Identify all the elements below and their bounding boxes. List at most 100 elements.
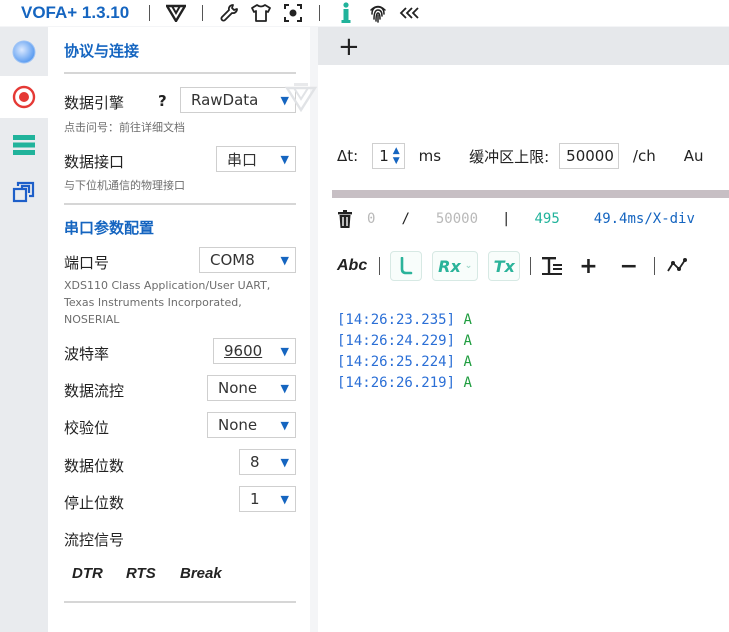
chevron-down-icon: ▼ — [280, 152, 289, 166]
chevron-down-icon: ▼ — [280, 492, 289, 506]
port-description-1: XDS110 Class Application/User UART, — [64, 279, 271, 292]
flow-control-label: 数据流控 — [64, 382, 125, 400]
sampling-params-row: Δt: 1 ▲ ▼ ms 缓冲区上限: 50000 /ch Au — [337, 141, 703, 171]
break-button[interactable]: Break — [180, 565, 222, 582]
connection-status-icon[interactable] — [0, 31, 48, 73]
log-line: [14:26:24.229] A — [337, 331, 472, 352]
log-message: A — [463, 354, 472, 370]
divider — [64, 601, 296, 603]
trash-icon[interactable] — [337, 210, 353, 228]
add-tab-button[interactable]: + — [338, 34, 360, 60]
stop-bits-select-value: 1 — [250, 490, 260, 508]
interface-select[interactable]: 串口 ▼ — [216, 146, 296, 172]
toolbar-separator — [530, 257, 532, 275]
chevron-down-icon: ▼ — [280, 381, 289, 395]
app-title: VOFA+ 1.3.10 — [21, 3, 130, 22]
info-icon[interactable] — [334, 1, 358, 25]
zoom-out-button[interactable]: − — [620, 254, 638, 279]
receive-log: [14:26:23.235] A [14:26:24.229] A [14:26… — [337, 310, 472, 394]
interface-select-value: 串口 — [227, 150, 258, 169]
sample-count: 495 — [534, 211, 560, 227]
stop-bits-select[interactable]: 1 ▼ — [239, 486, 296, 512]
dtr-button[interactable]: DTR — [72, 565, 103, 582]
engine-select[interactable]: RawData ▼ — [180, 87, 296, 113]
log-timestamp: [14:26:25.224] — [337, 354, 456, 370]
log-message: A — [463, 375, 472, 391]
log-line: [14:26:26.219] A — [337, 373, 472, 394]
log-timestamp: [14:26:23.235] — [337, 312, 456, 328]
dt-label: Δt: — [337, 147, 359, 165]
buffer-label: 缓冲区上限: — [469, 147, 550, 166]
section-title-protocol: 协议与连接 — [64, 42, 140, 60]
stats-bar: | — [502, 211, 511, 227]
view-toolbar: Abc Rx ⌄ Tx + − — [337, 250, 689, 282]
windows-icon[interactable] — [0, 171, 48, 213]
shirt-icon[interactable] — [249, 1, 273, 25]
toolbar-separator — [654, 257, 656, 275]
dt-input[interactable]: 1 ▲ ▼ — [372, 143, 405, 169]
toolbar-separator — [202, 5, 204, 21]
stop-bits-label: 停止位数 — [64, 494, 125, 512]
log-line: [14:26:23.235] A — [337, 310, 472, 331]
focus-capture-icon[interactable] — [281, 1, 305, 25]
section-title-serial: 串口参数配置 — [64, 219, 155, 237]
side-rail — [0, 27, 48, 632]
collapse-left-icon[interactable] — [398, 1, 422, 25]
log-timestamp: [14:26:24.229] — [337, 333, 456, 349]
engine-label: 数据引擎 — [64, 94, 125, 112]
wrench-icon[interactable] — [217, 1, 241, 25]
flow-control-select[interactable]: None ▼ — [207, 375, 296, 401]
text-format-icon[interactable] — [541, 256, 563, 276]
engine-select-value: RawData — [191, 91, 259, 109]
timestamp-toggle-icon[interactable] — [390, 251, 423, 281]
chevron-down-icon: ⌄ — [464, 261, 473, 271]
port-select[interactable]: COM8 ▼ — [199, 247, 296, 273]
toolbar-separator — [379, 257, 381, 275]
baud-select-value: 9600 — [224, 342, 263, 360]
zoom-in-button[interactable]: + — [579, 254, 597, 279]
chevron-down-icon: ▼ — [280, 455, 289, 469]
parity-label: 校验位 — [64, 419, 110, 437]
port-description-3: NOSERIAL — [64, 313, 120, 326]
buffer-input[interactable]: 50000 — [559, 143, 619, 169]
top-bar: VOFA+ 1.3.10 — [0, 0, 729, 26]
vofa-watermark-icon — [284, 83, 318, 112]
vofa-logo-icon[interactable] — [164, 1, 188, 25]
scroll-track[interactable] — [332, 190, 729, 198]
fingerprint-icon[interactable] — [366, 1, 390, 25]
list-icon[interactable] — [0, 124, 48, 166]
interface-label: 数据接口 — [64, 153, 125, 171]
port-select-value: COM8 — [210, 251, 255, 269]
baud-label: 波特率 — [64, 345, 110, 363]
log-message: A — [463, 333, 472, 349]
buffer-current: 0 — [367, 211, 376, 227]
port-description-2: Texas Instruments Incorporated, — [64, 296, 242, 309]
rx-toggle-button[interactable]: Rx ⌄ — [432, 251, 479, 281]
waveform-icon[interactable] — [667, 257, 689, 275]
buffer-unit: /ch — [632, 147, 656, 165]
buffer-input-value: 50000 — [566, 147, 614, 165]
toolbar-separator — [149, 5, 151, 21]
data-bits-select[interactable]: 8 ▼ — [239, 449, 296, 475]
toolbar-separator — [319, 5, 321, 21]
record-icon[interactable] — [0, 76, 48, 118]
parity-select[interactable]: None ▼ — [207, 412, 296, 438]
interface-hint: 与下位机通信的物理接口 — [64, 179, 185, 192]
engine-help-button[interactable]: ? — [158, 92, 167, 110]
baud-select[interactable]: 9600 ▼ — [213, 338, 296, 364]
divider — [64, 72, 296, 74]
tx-toggle-button[interactable]: Tx — [488, 251, 521, 281]
buffer-max: 50000 — [435, 211, 479, 227]
tab-strip: + — [318, 27, 729, 65]
spinner-arrows-icon[interactable]: ▲ ▼ — [393, 146, 400, 166]
chevron-down-icon: ▼ — [280, 253, 289, 267]
text-mode-button[interactable]: Abc — [337, 257, 367, 275]
data-bits-label: 数据位数 — [64, 457, 125, 475]
log-timestamp: [14:26:26.219] — [337, 375, 456, 391]
chevron-down-icon: ▼ — [280, 418, 289, 432]
dt-input-value: 1 — [379, 147, 389, 165]
rts-button[interactable]: RTS — [126, 565, 156, 582]
flow-signal-label: 流控信号 — [64, 531, 125, 549]
port-label: 端口号 — [64, 254, 110, 272]
chevron-down-icon: ▼ — [280, 344, 289, 358]
